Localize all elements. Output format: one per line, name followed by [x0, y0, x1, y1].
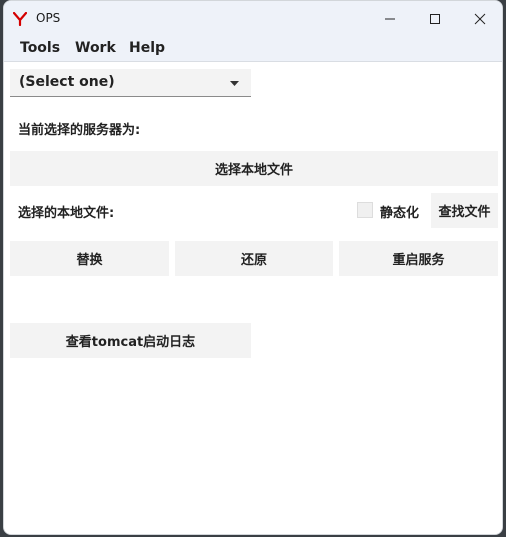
find-file-button[interactable]: 查找文件: [431, 193, 498, 228]
main-content: (Select one) 当前选择的服务器为: 选择本地文件 选择的本地文件: …: [4, 62, 502, 534]
window-title: OPS: [36, 11, 61, 25]
close-icon: [474, 13, 486, 25]
app-window: OPS Tools Work Help (Select one) 当前选择的服务…: [3, 0, 503, 535]
app-logo-icon: [13, 12, 27, 26]
menu-work[interactable]: Work: [75, 40, 116, 56]
maximize-icon: [430, 14, 440, 24]
view-tomcat-log-button[interactable]: 查看tomcat启动日志: [10, 323, 251, 358]
menu-tools[interactable]: Tools: [20, 40, 60, 56]
minimize-button[interactable]: [368, 1, 412, 37]
server-select[interactable]: (Select one): [10, 69, 251, 97]
restart-service-button[interactable]: 重启服务: [339, 241, 498, 276]
choose-local-file-button[interactable]: 选择本地文件: [10, 151, 498, 186]
server-select-value: (Select one): [19, 74, 115, 90]
title-bar[interactable]: OPS: [4, 1, 502, 37]
current-server-label: 当前选择的服务器为:: [18, 123, 141, 138]
menu-help[interactable]: Help: [129, 40, 165, 56]
replace-button[interactable]: 替换: [10, 241, 169, 276]
minimize-icon: [385, 18, 395, 20]
restore-button[interactable]: 还原: [175, 241, 333, 276]
menu-bar: Tools Work Help: [4, 37, 502, 62]
close-button[interactable]: [458, 1, 502, 37]
static-checkbox[interactable]: [357, 202, 373, 218]
local-file-label: 选择的本地文件:: [18, 206, 115, 221]
maximize-button[interactable]: [413, 1, 457, 37]
static-checkbox-label[interactable]: 静态化: [380, 202, 419, 221]
chevron-down-icon: [230, 81, 239, 86]
